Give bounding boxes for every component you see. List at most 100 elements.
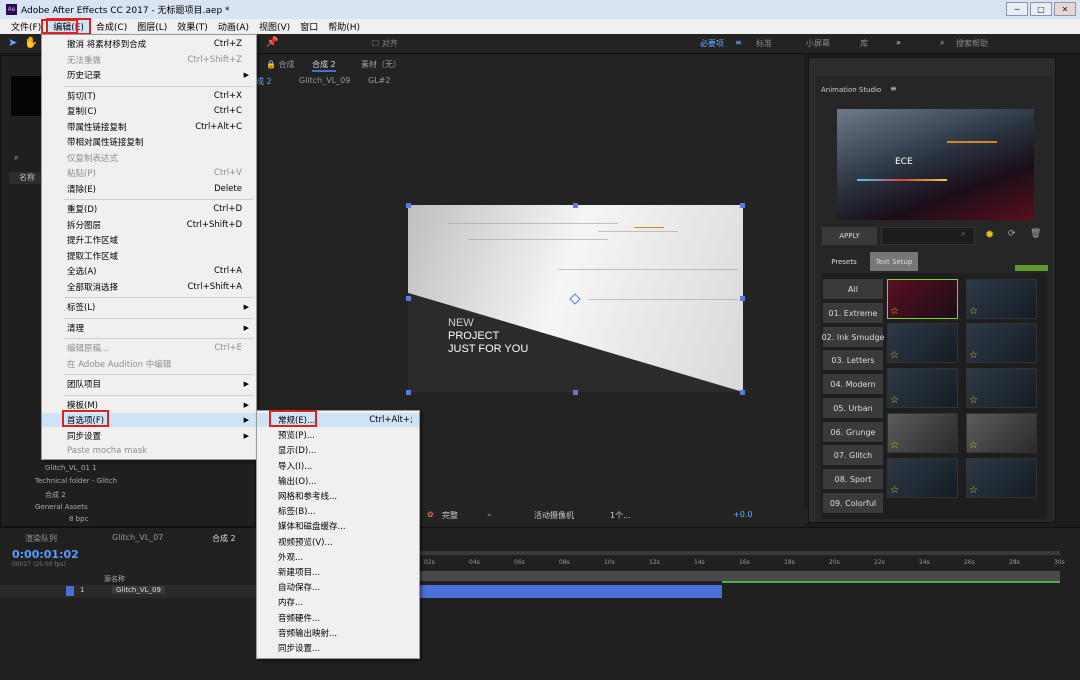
workspace-standard[interactable]: 标准 — [756, 38, 772, 49]
search-help-input[interactable]: 搜索帮助 — [956, 38, 988, 49]
transform-handle[interactable] — [573, 203, 578, 208]
preferences-menu-item[interactable]: 自动保存... — [257, 580, 419, 594]
preset-category[interactable]: 06. Grunge — [823, 422, 883, 442]
edit-menu-item[interactable]: 提取工作区域 — [42, 249, 256, 263]
tab-text-setup[interactable]: Text Setup — [870, 252, 918, 271]
minimize-button[interactable]: ─ — [1006, 2, 1028, 16]
color-icon[interactable]: ✿ — [427, 510, 434, 519]
preset-category[interactable]: 02. Ink Smudge — [822, 327, 884, 347]
favorite-star-icon[interactable]: ☆ — [890, 306, 899, 317]
preset-thumbnail[interactable]: ☆ — [966, 279, 1037, 319]
menu-view[interactable]: 视图(V) — [254, 20, 295, 33]
layer-name[interactable]: Glitch_VL_09 — [112, 586, 165, 594]
transform-handle[interactable] — [406, 203, 411, 208]
preset-category[interactable]: 07. Glitch — [823, 445, 883, 465]
preferences-menu-item[interactable]: 视频预览(V)... — [257, 535, 419, 549]
favorite-star-icon[interactable]: ☆ — [969, 395, 978, 406]
preset-category[interactable]: 04. Modern — [823, 374, 883, 394]
edit-menu-item[interactable]: 拆分图层 Ctrl+Shift+D — [42, 218, 256, 232]
time-ruler[interactable] — [420, 571, 1060, 581]
edit-menu-item[interactable]: 团队项目 ▶ — [42, 377, 256, 391]
tab-composition-2[interactable]: 合成 2 — [312, 59, 336, 72]
refresh-icon[interactable]: ⟳ — [1008, 229, 1016, 239]
favorite-star-icon[interactable]: ☆ — [890, 485, 899, 496]
preferences-menu-item[interactable]: 网格和参考线... — [257, 489, 419, 503]
edit-menu-item[interactable]: 提升工作区域 — [42, 233, 256, 247]
edit-menu-item[interactable]: 同步设置 ▶ — [42, 429, 256, 443]
preferences-menu-item[interactable]: 外观... — [257, 550, 419, 564]
favorite-star-icon[interactable]: ☆ — [890, 395, 899, 406]
transform-handle[interactable] — [740, 296, 745, 301]
search-icon[interactable]: ⌕ — [14, 153, 19, 163]
preferences-menu-item[interactable]: 新建项目... — [257, 565, 419, 579]
menu-window[interactable]: 窗口 — [295, 20, 323, 33]
project-item[interactable]: Glitch_VL_01 1 — [45, 464, 97, 472]
workspace-libraries[interactable]: 库 — [860, 38, 868, 49]
favorite-star-icon[interactable]: ☆ — [969, 306, 978, 317]
edit-menu-item[interactable]: 剪切(T) Ctrl+X — [42, 89, 256, 103]
preferences-menu-item[interactable]: 音频输出映射... — [257, 626, 419, 640]
preset-thumbnail[interactable]: ☆ — [966, 413, 1037, 453]
favorite-star-icon[interactable]: ☆ — [890, 350, 899, 361]
transform-handle[interactable] — [406, 296, 411, 301]
tab-render-queue[interactable]: 渲染队列 — [25, 533, 57, 544]
workspace-essentials[interactable]: 必要项 — [700, 38, 724, 49]
trash-icon[interactable]: 🗑 — [1030, 229, 1041, 239]
preset-category[interactable]: 09. Colorful — [823, 493, 883, 513]
preset-thumbnail[interactable]: ☆ — [966, 458, 1037, 498]
apply-button[interactable]: APPLY — [822, 227, 877, 245]
preset-category[interactable]: 08. Sport — [823, 469, 883, 489]
layer-label-color[interactable] — [66, 586, 74, 596]
project-item[interactable]: 合成 2 — [45, 490, 66, 500]
tab-glitch-comp[interactable]: Glitch_VL_07 — [112, 533, 163, 542]
preferences-menu-item[interactable]: 同步设置... — [257, 641, 419, 655]
edit-menu-item[interactable]: 历史记录 ▶ — [42, 68, 256, 82]
preferences-menu-item[interactable]: 预览(P)... — [257, 428, 419, 442]
exposure-value[interactable]: +0.0 — [733, 510, 752, 519]
breadcrumb-item[interactable]: GL#2 — [368, 76, 390, 85]
edit-menu-item[interactable]: 重复(D) Ctrl+D — [42, 202, 256, 216]
menu-effect[interactable]: 效果(T) — [172, 20, 213, 33]
views-select[interactable]: 1个... — [610, 510, 631, 521]
edit-menu-item[interactable]: 全部取消选择 Ctrl+Shift+A — [42, 280, 256, 294]
preset-thumbnail[interactable]: ☆ — [966, 323, 1037, 363]
favorite-star-icon[interactable]: ☆ — [969, 485, 978, 496]
menu-icon[interactable]: ≡ — [890, 84, 897, 93]
tab-presets[interactable]: Presets — [821, 252, 867, 271]
transform-handle[interactable] — [573, 390, 578, 395]
edit-menu-item[interactable]: 清除(E) Delete — [42, 182, 256, 196]
transform-handle[interactable] — [740, 203, 745, 208]
tab-footage[interactable]: 素材（无） — [361, 59, 401, 70]
menu-composition[interactable]: 合成(C) — [91, 20, 132, 33]
edit-menu-item[interactable]: 复制(C) Ctrl+C — [42, 104, 256, 118]
preset-thumbnail[interactable]: ☆ — [966, 368, 1037, 408]
edit-menu-item[interactable]: 全选(A) Ctrl+A — [42, 264, 256, 278]
preferences-menu-item[interactable]: 导入(I)... — [257, 459, 419, 473]
transform-handle[interactable] — [406, 390, 411, 395]
preset-category[interactable]: 01. Extreme — [823, 303, 883, 323]
layer-duration-bar[interactable] — [420, 585, 722, 598]
breadcrumb-item[interactable]: Glitch_VL_09 — [299, 76, 350, 85]
favorite-star-icon[interactable]: ☆ — [969, 350, 978, 361]
maximize-button[interactable]: □ — [1030, 2, 1052, 16]
project-folder[interactable]: Technical folder - Glitch — [35, 477, 117, 485]
chevron-down-icon[interactable]: ⌄ — [486, 509, 493, 518]
menu-layer[interactable]: 图层(L) — [132, 20, 172, 33]
preset-thumbnail[interactable]: ☆ — [887, 458, 958, 498]
gear-icon[interactable]: ✹ — [985, 228, 994, 241]
edit-menu-item[interactable]: 清理 ▶ — [42, 321, 256, 335]
preferences-menu-item[interactable]: 标签(B)... — [257, 504, 419, 518]
close-button[interactable]: ✕ — [1054, 2, 1076, 16]
edit-menu-item[interactable]: 撤消 将素材移到合成 Ctrl+Z — [42, 37, 256, 51]
edit-menu-item[interactable]: 带相对属性链接复制 — [42, 135, 256, 149]
current-timecode[interactable]: 0:00:01:02 — [12, 548, 79, 561]
work-area-bar[interactable] — [420, 551, 1060, 555]
favorite-star-icon[interactable]: ☆ — [890, 440, 899, 451]
preset-thumbnail[interactable]: ☆ — [887, 279, 958, 319]
camera-select[interactable]: 活动摄像机 — [534, 510, 574, 521]
transform-handle[interactable] — [740, 390, 745, 395]
snap-checkbox[interactable]: ☐ 对齐 — [372, 38, 398, 49]
selection-tool-icon[interactable]: ➤ — [8, 36, 17, 49]
bpc-indicator[interactable]: 8 bpc — [69, 515, 88, 523]
preset-thumbnail[interactable]: ☆ — [887, 368, 958, 408]
